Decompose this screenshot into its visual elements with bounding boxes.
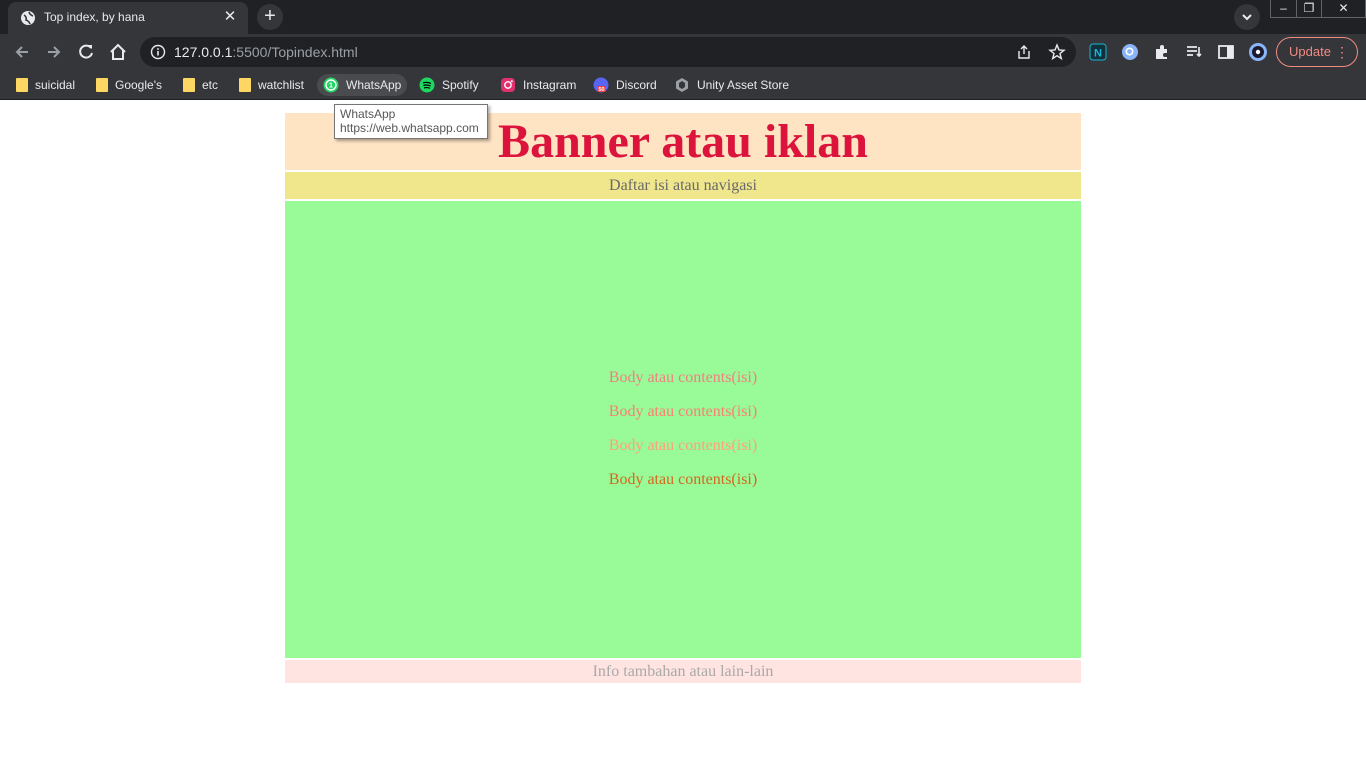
- whatsapp-icon: 1: [323, 77, 339, 93]
- bookmark-folder-googles[interactable]: Google's: [90, 74, 168, 96]
- footer: Info tambahan atau lain-lain: [285, 660, 1081, 683]
- folder-icon: [16, 78, 28, 92]
- url-text: 127.0.0.1:5500/Topindex.html: [174, 44, 358, 60]
- window-minimize-button[interactable]: –: [1270, 0, 1296, 18]
- side-panel-icon[interactable]: [1216, 42, 1236, 62]
- folder-icon: [183, 78, 195, 92]
- site-info-icon[interactable]: [150, 44, 166, 60]
- back-icon[interactable]: [12, 42, 32, 62]
- body-line: Body atau contents(isi): [608, 437, 758, 454]
- browser-toolbar: 127.0.0.1:5500/Topindex.html N Update ⋮: [0, 34, 1366, 70]
- profile-avatar-icon[interactable]: [1248, 42, 1268, 62]
- update-button[interactable]: Update ⋮: [1276, 37, 1358, 67]
- folder-icon: [96, 78, 108, 92]
- tab-search-button[interactable]: [1234, 4, 1260, 30]
- bookmark-label: Google's: [115, 78, 162, 92]
- svg-text:50: 50: [598, 87, 604, 93]
- bookmark-folder-suicidal[interactable]: suicidal: [10, 74, 81, 96]
- window-close-button[interactable]: ✕: [1322, 0, 1366, 18]
- bookmark-label: WhatsApp: [346, 78, 402, 92]
- tab-title: Top index, by hana: [44, 10, 145, 24]
- extensions-puzzle-icon[interactable]: [1152, 42, 1172, 62]
- url-host: 127.0.0.1: [174, 44, 233, 60]
- chevron-down-icon: [1242, 14, 1252, 21]
- instagram-icon: [500, 77, 516, 93]
- svg-text:1: 1: [329, 83, 333, 90]
- bookmark-star-icon[interactable]: [1048, 43, 1066, 61]
- bookmarks-bar: suicidal Google's etc watchlist 1 WhatsA…: [0, 70, 1366, 100]
- active-tab[interactable]: Top index, by hana ✕: [8, 2, 248, 34]
- tab-strip: Top index, by hana ✕ + – ❐ ✕: [0, 0, 1366, 34]
- share-icon[interactable]: [1016, 44, 1032, 60]
- unity-icon: [674, 77, 690, 93]
- url-path: :5500/Topindex.html: [232, 44, 358, 60]
- bookmark-folder-etc[interactable]: etc: [177, 74, 224, 96]
- svg-text:N: N: [1094, 48, 1102, 60]
- navigation-bar: Daftar isi atau navigasi: [285, 172, 1081, 199]
- body-line: Body atau contents(isi): [608, 471, 758, 488]
- bookmark-label: Spotify: [442, 78, 479, 92]
- reload-icon[interactable]: [76, 42, 96, 62]
- window-restore-button[interactable]: ❐: [1296, 0, 1322, 18]
- globe-icon: [20, 10, 36, 26]
- folder-icon: [239, 78, 251, 92]
- web-page: Banner atau iklan Daftar isi atau naviga…: [0, 102, 1366, 768]
- tooltip-url: https://web.whatsapp.com: [340, 121, 479, 135]
- bookmark-label: suicidal: [35, 78, 76, 92]
- body-line: Body atau contents(isi): [608, 369, 758, 386]
- forward-icon[interactable]: [44, 42, 64, 62]
- tab-close-icon[interactable]: ✕: [222, 9, 238, 25]
- bookmark-folder-watchlist[interactable]: watchlist: [233, 74, 310, 96]
- body-line: Body atau contents(isi): [608, 403, 758, 420]
- bookmark-label: Unity Asset Store: [697, 78, 790, 92]
- bookmark-label: Instagram: [523, 78, 577, 92]
- bookmark-label: etc: [202, 78, 219, 92]
- reading-list-icon[interactable]: [1184, 42, 1204, 62]
- address-bar[interactable]: 127.0.0.1:5500/Topindex.html: [140, 37, 1076, 67]
- extension-n-icon[interactable]: N: [1088, 42, 1108, 62]
- menu-dots-icon[interactable]: ⋮: [1335, 38, 1349, 66]
- extension-search-icon[interactable]: [1120, 42, 1140, 62]
- bookmark-label: Discord: [616, 78, 657, 92]
- bookmark-discord[interactable]: 50 Discord: [587, 74, 663, 96]
- bookmark-spotify[interactable]: Spotify: [413, 74, 485, 96]
- tooltip-title: WhatsApp: [340, 107, 396, 121]
- bookmark-instagram[interactable]: Instagram: [494, 74, 582, 96]
- update-label: Update: [1289, 44, 1331, 59]
- bookmark-tooltip: WhatsApp https://web.whatsapp.com: [334, 104, 488, 139]
- home-icon[interactable]: [108, 42, 128, 62]
- new-tab-button[interactable]: +: [257, 4, 283, 30]
- content-area: Body atau contents(isi) Body atau conten…: [285, 201, 1081, 658]
- bookmark-label: watchlist: [258, 78, 305, 92]
- bookmark-unity-asset-store[interactable]: Unity Asset Store: [668, 74, 795, 96]
- discord-icon: 50: [593, 77, 609, 93]
- bookmark-whatsapp[interactable]: 1 WhatsApp: [317, 74, 408, 96]
- spotify-icon: [419, 77, 435, 93]
